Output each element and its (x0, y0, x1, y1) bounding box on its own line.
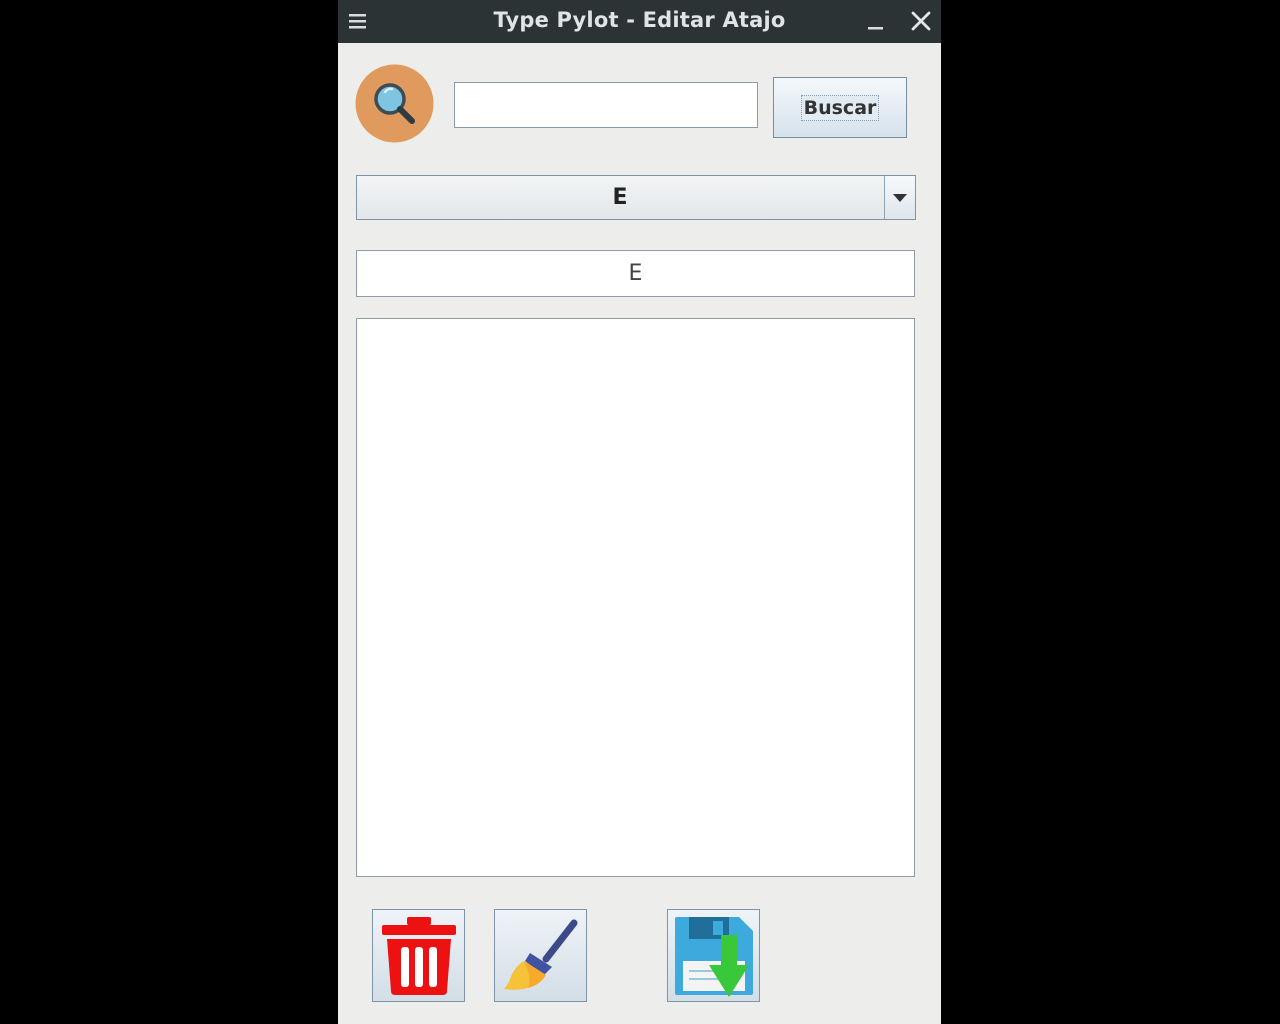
dropdown-arrow-button[interactable] (884, 176, 915, 219)
shortcut-name-field[interactable]: E (356, 250, 915, 297)
shortcut-dropdown[interactable]: E (356, 175, 916, 220)
editor-window: Type Pylot - Editar Atajo Buscar E E (338, 0, 941, 1024)
magnifier-icon (355, 64, 434, 143)
title-bar[interactable]: Type Pylot - Editar Atajo (338, 0, 941, 43)
minimize-icon[interactable] (866, 10, 886, 32)
search-input[interactable] (454, 82, 758, 128)
search-button[interactable]: Buscar (773, 77, 907, 138)
window-title: Type Pylot - Editar Atajo (493, 8, 786, 32)
shortcut-content-textarea[interactable] (356, 318, 915, 877)
floppy-save-icon (675, 917, 753, 997)
delete-button[interactable] (372, 909, 465, 1002)
trash-icon (382, 917, 456, 995)
broom-icon (504, 919, 578, 990)
clean-button[interactable] (494, 909, 587, 1002)
search-button-label: Buscar (800, 94, 880, 121)
close-icon[interactable] (910, 10, 932, 32)
shortcut-dropdown-value: E (612, 185, 628, 210)
save-button[interactable] (667, 909, 760, 1002)
chevron-down-icon (893, 194, 907, 202)
